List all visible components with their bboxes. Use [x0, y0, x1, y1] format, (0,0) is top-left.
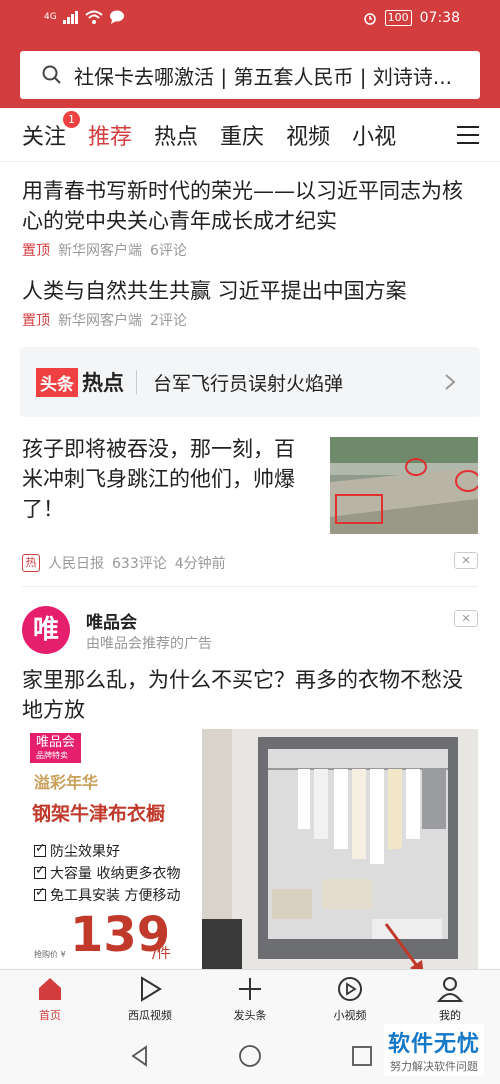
nav-xigua-video[interactable]: 西瓜视频	[100, 970, 200, 1028]
tab-follow[interactable]: 关注 1	[22, 110, 81, 151]
comment-count: 633评论	[112, 556, 167, 572]
news-item[interactable]: 用青春书写新时代的荣光——以习近平同志为核心的党中央关心青年成长成才纪实 置顶 …	[22, 176, 478, 260]
nav-label: 发头条	[233, 1009, 267, 1022]
publish-time: 4分钟前	[174, 556, 226, 572]
product-brand: 溢彩年华	[34, 773, 99, 792]
search-placeholder: 社保卡去哪激活 | 第五套人民币 | 刘诗诗...	[74, 64, 452, 89]
back-icon[interactable]	[128, 1044, 152, 1068]
tab-label: 关注	[22, 124, 67, 150]
feature-text: 防尘效果好	[50, 844, 120, 860]
nav-label: 小视频	[333, 1009, 367, 1022]
vip-badge-text: 唯品会	[36, 735, 76, 750]
home-icon	[39, 978, 61, 1000]
price-label: 抢购价 ¥	[34, 950, 66, 959]
chevron-right-icon	[445, 374, 456, 390]
tab-video[interactable]: 视频	[286, 119, 330, 151]
plus-icon	[239, 978, 261, 1000]
divider	[22, 586, 478, 587]
news-item[interactable]: 人类与自然共生共赢 习近平提出中国方案 置顶 新华网客户端 2评论	[22, 276, 478, 330]
comment-count: 6评论	[150, 243, 187, 259]
checkbox-icon	[34, 863, 46, 879]
home-button-icon[interactable]	[238, 1044, 262, 1068]
hot-topic-card[interactable]: 头条 热点 台军飞行员误射火焰弹	[20, 347, 480, 417]
news-source: 人民日报	[48, 556, 104, 572]
watermark: 软件无忧 努力解决软件问题	[383, 1024, 484, 1076]
hot-logo: 头条 热点	[36, 367, 124, 397]
small-video-icon	[338, 977, 362, 1001]
status-bar: 4G 100 07:38	[0, 0, 500, 40]
news-source: 新华网客户端	[58, 313, 142, 329]
hot-tag: 热	[22, 554, 40, 572]
news-title: 用青春书写新时代的荣光——以习近平同志为核心的党中央关心青年成长成才纪实	[22, 179, 463, 233]
nav-label: 首页	[39, 1009, 61, 1022]
ad-label: 由唯品会推荐的广告	[86, 636, 212, 652]
news-title: 孩子即将被吞没，那一刻，百米冲刺飞身跳江的他们，帅爆了！	[22, 437, 295, 521]
dismiss-button[interactable]: ✕	[454, 552, 478, 569]
ad-title: 家里那么乱，为什么不买它？再多的衣物不愁没地方放	[22, 668, 463, 722]
news-meta: 热 人民日报 633评论 4分钟前	[22, 553, 226, 573]
search-bar[interactable]: 社保卡去哪激活 | 第五套人民币 | 刘诗诗...	[20, 51, 480, 99]
status-left: 4G	[44, 10, 125, 24]
status-right: 100 07:38	[363, 10, 460, 26]
wifi-icon	[85, 10, 103, 24]
advertiser-avatar[interactable]: 唯	[22, 606, 70, 654]
watermark-title: 软件无忧	[387, 1032, 480, 1057]
alarm-icon	[363, 13, 376, 25]
app-header: 4G 100 07:38 社保卡去哪激活 | 第五套人民币 | 刘诗诗...	[0, 0, 500, 108]
comment-count: 2评论	[150, 313, 187, 329]
tab-hot[interactable]: 热点	[154, 119, 198, 151]
feature-text: 免工具安装 方便移动	[50, 888, 181, 904]
signal-icon	[62, 11, 78, 24]
advertiser-name[interactable]: 唯品会	[86, 608, 137, 633]
menu-icon[interactable]	[456, 124, 480, 146]
news-source: 新华网客户端	[58, 243, 142, 259]
ad-copy-panel: 唯品会 品牌特卖 溢彩年华 钢架牛津布衣橱 防尘效果好 大容量 收纳更多衣物 免…	[22, 729, 202, 969]
pin-label: 置顶	[22, 313, 50, 329]
tab-small-video[interactable]: 小视	[352, 119, 396, 151]
battery-indicator: 100	[384, 10, 412, 26]
clock: 07:38	[419, 10, 460, 26]
vip-badge: 唯品会 品牌特卖	[30, 733, 82, 763]
network-label: 4G	[44, 12, 57, 22]
search-icon	[42, 65, 61, 84]
product-name: 钢架牛津布衣橱	[32, 803, 166, 825]
checkbox-icon	[34, 885, 46, 901]
message-icon	[109, 10, 124, 24]
recents-icon[interactable]	[350, 1044, 374, 1068]
news-thumbnail[interactable]	[330, 437, 478, 534]
pin-label: 置顶	[22, 243, 50, 259]
news-meta: 置顶 新华网客户端 6评论	[22, 240, 478, 260]
news-title: 人类与自然共生共赢 习近平提出中国方案	[22, 279, 407, 303]
tabs-fade	[412, 108, 442, 161]
user-icon	[436, 977, 464, 1002]
dismiss-button[interactable]: ✕	[454, 610, 478, 627]
nav-label: 西瓜视频	[128, 1009, 172, 1022]
bottom-nav: 首页 西瓜视频 发头条 小视频 我的	[0, 969, 500, 1028]
notification-badge: 1	[63, 110, 81, 128]
vip-badge-sub: 品牌特卖	[36, 751, 68, 760]
nav-label: 我的	[439, 1009, 461, 1022]
nav-small-video[interactable]: 小视频	[300, 970, 400, 1028]
feature-item: 免工具安装 方便移动	[34, 885, 180, 905]
checkbox-icon	[34, 841, 46, 857]
toutiao-logo-text: 头条	[36, 367, 78, 397]
nav-profile[interactable]: 我的	[400, 970, 500, 1028]
category-tabs: 关注 1 推荐 热点 重庆 视频 小视	[0, 108, 500, 162]
tab-recommend[interactable]: 推荐	[88, 119, 132, 151]
hot-logo-text: 热点	[82, 371, 124, 395]
nav-post[interactable]: 发头条	[200, 970, 300, 1028]
feature-text: 大容量 收纳更多衣物	[50, 866, 181, 882]
feature-item: 大容量 收纳更多衣物	[34, 863, 180, 883]
news-meta: 置顶 新华网客户端 2评论	[22, 310, 478, 330]
price-unit: /件	[152, 946, 171, 962]
hot-topic-text: 台军飞行员误射火焰弹	[153, 372, 344, 395]
play-icon	[141, 976, 162, 1002]
separator	[136, 370, 137, 394]
nav-home[interactable]: 首页	[0, 970, 100, 1028]
feature-item: 防尘效果好	[34, 841, 120, 861]
watermark-subtitle: 努力解决软件问题	[389, 1060, 478, 1073]
tab-chongqing[interactable]: 重庆	[220, 119, 264, 151]
app-screen: 4G 100 07:38 社保卡去哪激活 | 第五套人民币 | 刘诗诗... 关…	[0, 0, 500, 1084]
